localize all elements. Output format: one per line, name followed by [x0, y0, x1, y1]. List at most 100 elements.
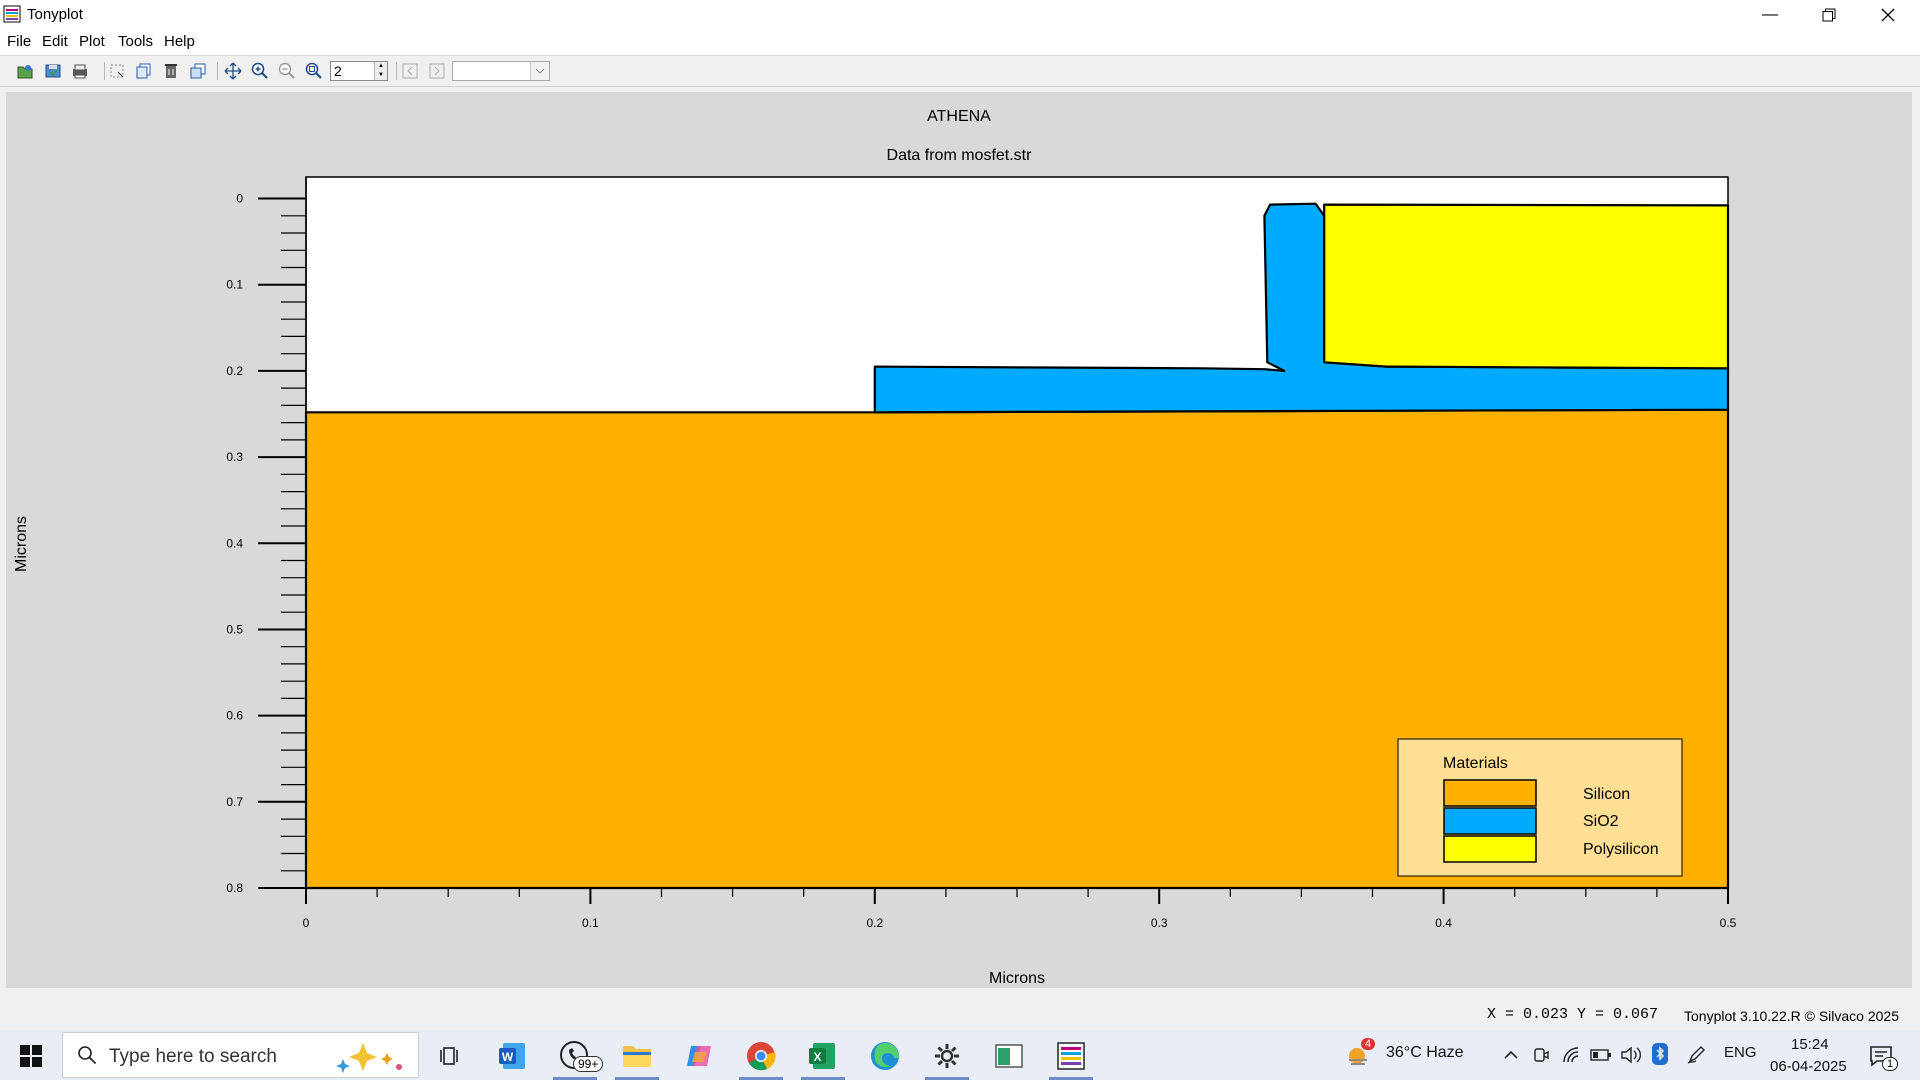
x-axis-label: Microns — [989, 970, 1045, 987]
close-icon — [1881, 8, 1895, 22]
zoom-fit-icon[interactable] — [304, 61, 324, 81]
status-bar: X = 0.023 Y = 0.067 Tonyplot 3.10.22.R ©… — [0, 1000, 1920, 1030]
windows-start-icon[interactable] — [20, 1045, 42, 1067]
battery-icon[interactable] — [1590, 1048, 1612, 1062]
y-tick-label: 0.6 — [226, 709, 243, 723]
y-axis-label: Microns — [13, 516, 30, 572]
zoom-spinner[interactable]: ▲ ▼ — [374, 62, 387, 80]
copilot-icon — [687, 1046, 711, 1066]
y-tick-label: 0.3 — [226, 450, 243, 464]
pan-icon[interactable] — [223, 61, 243, 81]
legend-swatch-polysilicon — [1443, 835, 1537, 863]
clock-time[interactable]: 15:24 — [1791, 1036, 1829, 1053]
next-view-icon[interactable] — [427, 61, 447, 81]
svg-text:X: X — [813, 1050, 821, 1064]
zoom-factor-input[interactable]: 2 ▲ ▼ — [330, 61, 388, 81]
meet-now-icon[interactable] — [1532, 1046, 1550, 1064]
taskbar-settings[interactable] — [927, 1036, 967, 1076]
delete-plot-icon[interactable] — [161, 61, 181, 81]
taskbar-file-explorer[interactable] — [617, 1036, 657, 1076]
toolbar-separator — [396, 62, 397, 80]
previous-view-icon[interactable] — [400, 61, 420, 81]
taskbar-search-box[interactable]: Type here to search — [62, 1032, 419, 1078]
zoom-factor-value: 2 — [334, 63, 342, 79]
region-polysilicon — [1323, 203, 1730, 370]
x-tick-label: 0.2 — [866, 916, 883, 930]
menu-edit[interactable]: Edit — [42, 33, 68, 50]
taskbar-tonyplot[interactable] — [1051, 1036, 1091, 1076]
combo-dropdown-button[interactable] — [530, 62, 549, 80]
taskbar-app-window[interactable] — [989, 1036, 1029, 1076]
folder-icon — [623, 1046, 651, 1067]
menu-help[interactable]: Help — [164, 33, 195, 50]
copy-icon[interactable] — [134, 61, 154, 81]
restore-button[interactable] — [1800, 0, 1858, 30]
y-tick-label: 0.4 — [226, 536, 243, 550]
y-tick-label: 0 — [236, 192, 243, 206]
save-icon[interactable] — [43, 61, 63, 81]
menu-bar: File Edit Plot Tools Help — [0, 30, 1920, 56]
menu-tools[interactable]: Tools — [118, 33, 153, 50]
chevron-down-icon — [535, 68, 545, 74]
taskbar-chrome[interactable] — [741, 1036, 781, 1076]
chevron-up-icon[interactable] — [1503, 1048, 1519, 1060]
legend: Materials Silicon SiO2 Polysilicon — [1397, 738, 1683, 877]
taskbar-edge[interactable] — [865, 1036, 905, 1076]
y-tick-label: 0.2 — [226, 364, 243, 378]
minimize-icon: — — [1762, 6, 1778, 23]
window-title: Tonyplot — [27, 6, 83, 23]
plot-select-combo[interactable] — [452, 61, 550, 81]
search-icon — [78, 1046, 97, 1065]
y-tick-label: 0.5 — [226, 623, 243, 637]
x-tick-label: 0 — [303, 916, 310, 930]
legend-swatch-sio2 — [1443, 807, 1537, 835]
legend-title: Materials — [1443, 755, 1508, 772]
taskbar-excel[interactable]: X — [803, 1036, 843, 1076]
search-placeholder: Type here to search — [109, 1046, 277, 1067]
legend-label-silicon: Silicon — [1583, 786, 1630, 803]
structure-plot[interactable]: ATHENA Data from mosfet.str Microns Micr… — [6, 92, 1912, 988]
x-axis: 0 0.1 0.2 0.3 0.4 0.5 — [303, 887, 1737, 930]
weather-text[interactable]: 36°C Haze — [1386, 1044, 1464, 1062]
zoom-out-icon[interactable] — [277, 61, 297, 81]
chrome-icon — [747, 1042, 776, 1071]
title-bar: Tonyplot — — [0, 0, 1920, 30]
clock-date[interactable]: 06-04-2025 — [1770, 1058, 1847, 1075]
zoom-in-icon[interactable] — [250, 61, 270, 81]
select-region-icon[interactable] — [107, 61, 127, 81]
taskbar-copilot[interactable] — [679, 1036, 719, 1076]
app-window-icon — [995, 1044, 1023, 1068]
cursor-coordinates: X = 0.023 Y = 0.067 — [1487, 1006, 1659, 1023]
x-tick-label: 0.4 — [1435, 916, 1452, 930]
x-tick-label: 0.5 — [1720, 916, 1737, 930]
gear-icon — [935, 1044, 959, 1068]
bluetooth-icon[interactable] — [1652, 1043, 1668, 1065]
legend-label-sio2: SiO2 — [1583, 813, 1619, 830]
task-view-button[interactable] — [430, 1036, 470, 1076]
wifi-icon[interactable] — [1562, 1046, 1580, 1064]
toolbar-separator — [104, 62, 105, 80]
volume-icon[interactable] — [1620, 1046, 1642, 1064]
pen-icon[interactable] — [1686, 1045, 1708, 1065]
tonyplot-app-icon — [3, 5, 21, 23]
plot-canvas[interactable]: ATHENA Data from mosfet.str Microns Micr… — [6, 92, 1912, 988]
spin-down-icon: ▼ — [378, 72, 384, 78]
overlay-icon[interactable] — [188, 61, 208, 81]
notification-badge: 1 — [1882, 1057, 1899, 1071]
menu-file[interactable]: File — [7, 33, 31, 50]
minimize-button[interactable]: — — [1741, 0, 1799, 30]
open-file-icon[interactable] — [15, 61, 35, 81]
edge-icon — [871, 1042, 899, 1070]
language-indicator[interactable]: ENG — [1724, 1044, 1757, 1061]
excel-icon: X — [809, 1043, 835, 1069]
toolbar-separator — [217, 62, 218, 80]
restore-icon — [1822, 8, 1836, 22]
taskbar-word[interactable]: W — [493, 1036, 533, 1076]
legend-label-polysilicon: Polysilicon — [1583, 841, 1659, 858]
menu-plot[interactable]: Plot — [79, 33, 105, 50]
print-icon[interactable] — [70, 61, 90, 81]
chart-title: ATHENA — [927, 108, 991, 125]
close-button[interactable] — [1859, 0, 1917, 30]
y-tick-label: 0.7 — [226, 795, 243, 809]
taskbar-whatsapp[interactable]: 99+ — [555, 1036, 604, 1076]
